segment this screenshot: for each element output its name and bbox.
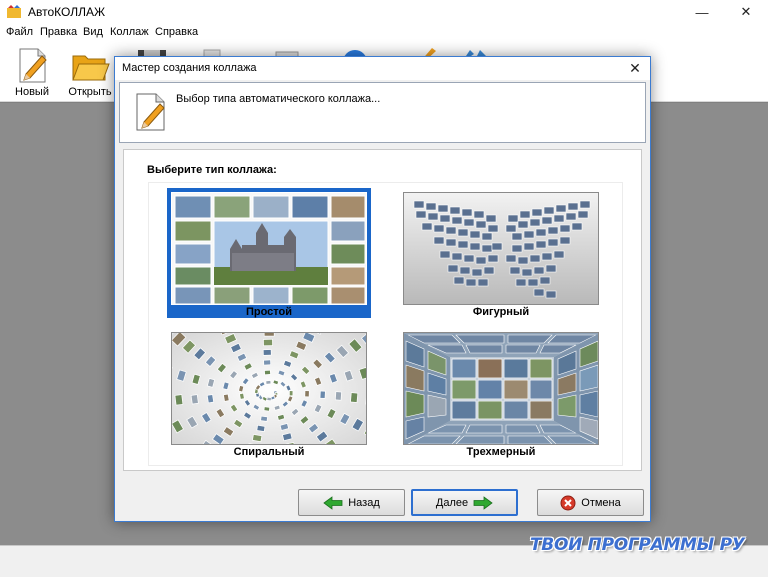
open-folder-icon [72, 55, 110, 81]
app-logo-icon [7, 5, 21, 18]
wizard-document-icon [136, 93, 165, 131]
new-document-icon [19, 48, 47, 83]
menu-bar: Файл Правка Вид Коллаж Справка [0, 24, 768, 42]
spiral-collage-image [172, 333, 366, 444]
shaped-collage-preview [403, 192, 599, 305]
collage-option-shaped-label: Фигурный [472, 306, 530, 318]
collage-option-3d[interactable]: Трехмерный [399, 328, 603, 458]
dialog-close-button[interactable]: ✕ [626, 59, 644, 77]
new-label: Новый [15, 86, 49, 98]
menu-help[interactable]: Справка [155, 26, 198, 38]
collage-option-simple[interactable]: Простой [167, 188, 371, 318]
3d-collage-preview [403, 332, 599, 445]
menu-view[interactable]: Вид [83, 26, 103, 38]
cancel-label: Отмена [581, 496, 621, 509]
collage-option-spiral[interactable]: Спиральный [167, 328, 371, 458]
collage-type-panel: Выберите тип коллажа: Простой Фигурный С… [123, 149, 642, 471]
simple-collage-preview [171, 192, 367, 305]
dialog-header-text: Выбор типа автоматического коллажа... [176, 93, 381, 105]
back-label: Назад [348, 496, 380, 509]
cancel-icon [560, 495, 576, 510]
open-button[interactable]: Открыть [66, 46, 114, 100]
app-titlebar: АвтоКОЛЛАЖ — ✕ [0, 0, 768, 24]
menu-edit[interactable]: Правка [40, 26, 77, 38]
menu-file[interactable]: Файл [6, 26, 33, 38]
collage-option-3d-label: Трехмерный [466, 446, 536, 458]
next-label: Далее [435, 496, 469, 509]
close-window-button[interactable]: ✕ [724, 0, 768, 24]
simple-collage-image [172, 193, 366, 304]
collage-option-simple-label: Простой [245, 306, 293, 318]
dialog-titlebar: Мастер создания коллажа ✕ [115, 57, 650, 80]
open-label: Открыть [68, 86, 112, 98]
back-button[interactable]: Назад [298, 489, 405, 516]
cancel-button[interactable]: Отмена [537, 489, 644, 516]
next-button[interactable]: Далее [411, 489, 518, 516]
collage-type-prompt: Выберите тип коллажа: [147, 164, 277, 176]
back-arrow-icon [323, 495, 343, 510]
shaped-collage-image [404, 193, 598, 304]
3d-collage-image [404, 333, 598, 444]
new-button[interactable]: Новый [8, 46, 56, 100]
dialog-title: Мастер создания коллажа [122, 62, 257, 74]
app-title: АвтоКОЛЛАЖ [28, 5, 106, 19]
collage-option-spiral-label: Спиральный [233, 446, 305, 458]
next-arrow-icon [473, 495, 493, 510]
collage-wizard-dialog: Мастер создания коллажа ✕ Выбор типа авт… [114, 56, 651, 522]
dialog-header: Выбор типа автоматического коллажа... [119, 82, 646, 143]
collage-option-shaped[interactable]: Фигурный [399, 188, 603, 318]
watermark-text: ТВОИ ПРОГРАММЫ РУ [530, 535, 745, 555]
menu-collage[interactable]: Коллаж [110, 26, 149, 38]
spiral-collage-preview [171, 332, 367, 445]
